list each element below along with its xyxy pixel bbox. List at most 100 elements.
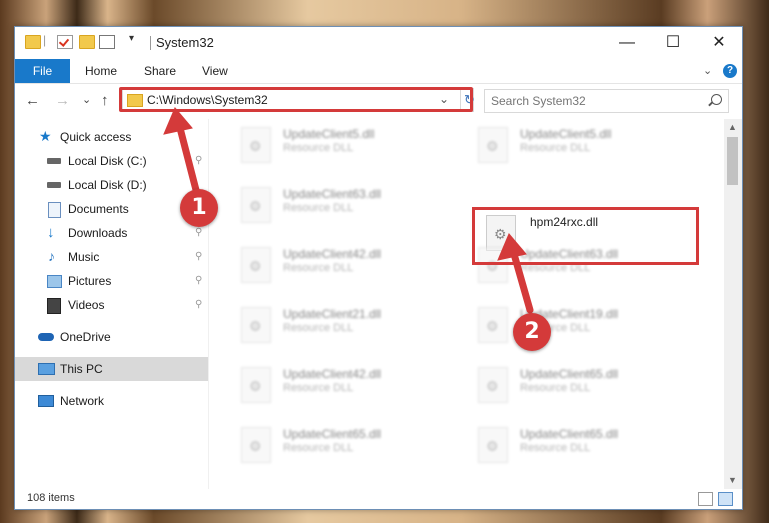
file-type: Resource DLL: [283, 442, 354, 454]
computer-icon: [38, 363, 55, 375]
navigation-pane: ★ Quick access Local Disk (C:) ⚲ Local D…: [15, 119, 209, 489]
sidebar-item-label: Local Disk (C:): [68, 154, 147, 168]
file-type: Resource DLL: [520, 382, 591, 394]
item-count: 108 items: [27, 492, 75, 504]
tab-file[interactable]: File: [15, 59, 70, 83]
pin-icon: ⚲: [195, 155, 203, 166]
sidebar-item-local-disk-d[interactable]: Local Disk (D:): [15, 173, 208, 197]
search-input[interactable]: [489, 92, 703, 110]
file-name: UpdateClient42.dll: [283, 367, 382, 381]
file-type: Resource DLL: [283, 202, 354, 214]
up-button[interactable]: ↑: [101, 92, 109, 109]
file-item[interactable]: UpdateClient5.dll Resource DLL: [446, 121, 676, 169]
file-type: Resource DLL: [520, 442, 591, 454]
sidebar-item-pictures[interactable]: Pictures ⚲: [15, 269, 208, 293]
file-name: UpdateClient42.dll: [283, 247, 382, 261]
drive-icon: [47, 182, 61, 188]
customize-toolbar-chevron-icon[interactable]: ▾: [129, 33, 134, 44]
tab-home[interactable]: Home: [85, 59, 117, 83]
cloud-icon: [38, 333, 54, 341]
vertical-scrollbar[interactable]: ▲ ▼: [724, 119, 742, 489]
file-item[interactable]: UpdateClient42.dll Resource DLL: [209, 361, 439, 409]
pin-icon: ⚲: [195, 299, 203, 310]
search-box[interactable]: [484, 89, 729, 113]
large-icons-view-icon[interactable]: [718, 492, 733, 506]
quick-access-toolbar-icon[interactable]: [99, 35, 115, 49]
tab-view[interactable]: View: [202, 59, 228, 83]
sidebar-item-label: This PC: [60, 362, 103, 376]
file-name: UpdateClient63.dll: [283, 187, 382, 201]
file-item[interactable]: UpdateClient19.dll Resource DLL: [446, 301, 676, 349]
sidebar-item-label: Documents: [68, 202, 129, 216]
pictures-icon: [47, 275, 62, 288]
step-2-badge: 2: [513, 313, 551, 351]
sidebar-item-local-disk-c[interactable]: Local Disk (C:) ⚲: [15, 149, 208, 173]
dll-file-icon: [478, 307, 508, 343]
sidebar-item-onedrive[interactable]: OneDrive: [15, 325, 208, 349]
file-item[interactable]: UpdateClient21.dll Resource DLL: [209, 301, 439, 349]
sidebar-item-this-pc[interactable]: This PC: [15, 357, 208, 381]
dll-file-icon: [241, 307, 271, 343]
sidebar-item-label: Quick access: [60, 130, 132, 144]
status-bar: 108 items: [15, 489, 742, 509]
file-item[interactable]: UpdateClient65.dll Resource DLL: [446, 421, 676, 469]
sidebar-item-quick-access[interactable]: ★ Quick access: [15, 125, 208, 149]
file-item[interactable]: UpdateClient63.dll Resource DLL: [209, 181, 439, 229]
title-divider: |: [43, 33, 47, 47]
maximize-button[interactable]: ☐: [650, 27, 696, 59]
file-name: UpdateClient5.dll: [520, 127, 612, 141]
pin-icon: ⚲: [195, 251, 203, 262]
scrollbar-thumb[interactable]: [727, 137, 738, 185]
new-folder-icon[interactable]: [79, 35, 95, 49]
pin-icon: ⚲: [195, 227, 203, 238]
sidebar-item-videos[interactable]: Videos ⚲: [15, 293, 208, 317]
scroll-down-icon[interactable]: ▼: [728, 475, 737, 485]
dll-file-icon: [478, 367, 508, 403]
step-1-badge: 1: [180, 189, 218, 227]
minimize-button[interactable]: —: [604, 27, 650, 59]
back-button[interactable]: ←: [25, 92, 40, 109]
sidebar-item-label: Downloads: [68, 226, 128, 240]
file-type: Resource DLL: [283, 322, 354, 334]
file-name: UpdateClient21.dll: [283, 307, 382, 321]
file-name: UpdateClient65.dll: [520, 427, 619, 441]
file-name: UpdateClient65.dll: [520, 367, 619, 381]
properties-check-icon[interactable]: [57, 35, 73, 49]
forward-button[interactable]: →: [55, 92, 70, 109]
sidebar-item-music[interactable]: ♪ Music ⚲: [15, 245, 208, 269]
help-icon[interactable]: ?: [723, 64, 737, 78]
sidebar-item-network[interactable]: Network: [15, 389, 208, 413]
sidebar-item-label: OneDrive: [60, 330, 111, 344]
file-item[interactable]: UpdateClient65.dll Resource DLL: [446, 361, 676, 409]
expand-ribbon-chevron-icon[interactable]: ⌄: [703, 64, 712, 77]
title-separator: [150, 36, 151, 50]
search-icon[interactable]: [711, 94, 722, 105]
recent-locations-chevron-icon[interactable]: ⌄: [82, 93, 91, 106]
file-item[interactable]: UpdateClient65.dll Resource DLL: [209, 421, 439, 469]
sidebar-item-downloads[interactable]: ↓ Downloads ⚲: [15, 221, 208, 245]
star-icon: ★: [39, 128, 52, 144]
file-item[interactable]: UpdateClient42.dll Resource DLL: [209, 241, 439, 289]
network-icon: [38, 395, 54, 407]
videos-icon: [47, 298, 61, 314]
explorer-window: | ▾ System32 — ☐ ✕ File Home Share View …: [14, 26, 743, 510]
dll-file-icon: [478, 127, 508, 163]
file-highlight-box: [472, 207, 699, 265]
address-highlight-box: [119, 87, 473, 112]
tab-share[interactable]: Share: [144, 59, 176, 83]
dll-file-icon: [241, 427, 271, 463]
file-type: Resource DLL: [283, 142, 354, 154]
folder-icon: [25, 35, 41, 49]
ribbon-tabs: File Home Share View ⌄ ?: [15, 59, 742, 84]
dll-file-icon: [478, 427, 508, 463]
drive-icon: [47, 158, 61, 164]
details-view-icon[interactable]: [698, 492, 713, 506]
scroll-up-icon[interactable]: ▲: [728, 122, 737, 132]
title-bar: | ▾ System32 — ☐ ✕: [15, 27, 742, 59]
navigation-bar: ← → ⌄ ↑ C:\Windows\System32 ⌄ ↻: [15, 84, 742, 118]
close-button[interactable]: ✕: [696, 27, 742, 59]
file-item[interactable]: UpdateClient5.dll Resource DLL: [209, 121, 439, 169]
dll-file-icon: [241, 127, 271, 163]
file-name: UpdateClient5.dll: [283, 127, 375, 141]
sidebar-item-label: Pictures: [68, 274, 112, 288]
